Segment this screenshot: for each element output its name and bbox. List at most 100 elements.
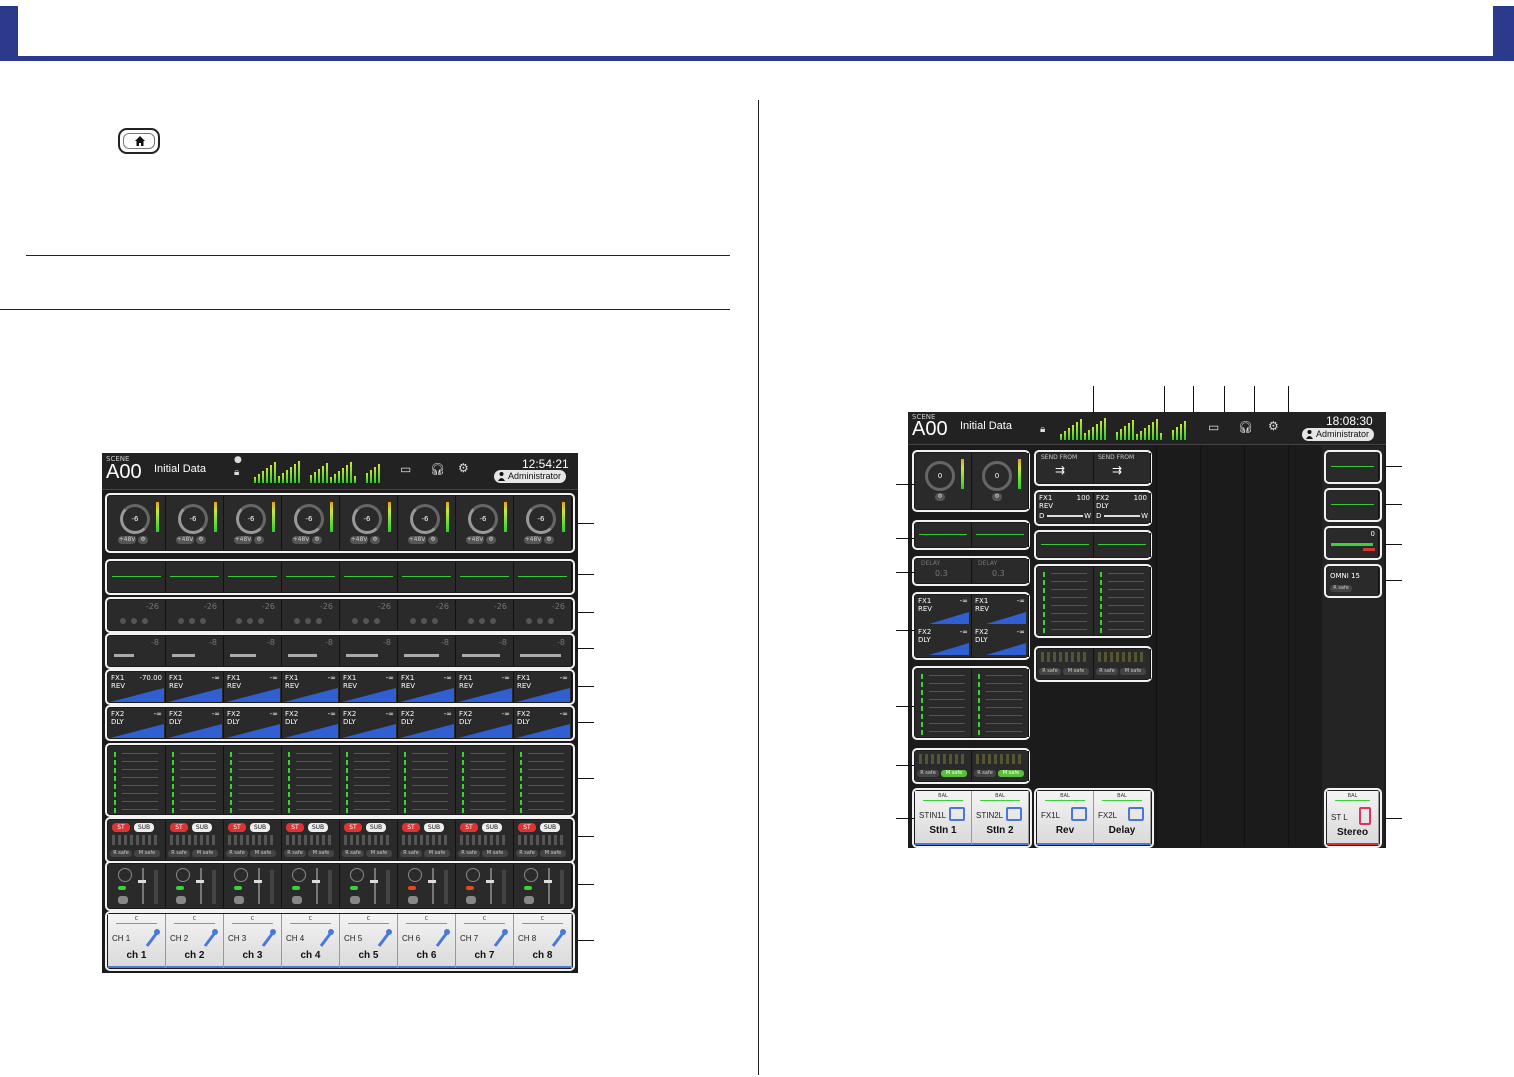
fx-send-cell[interactable]: FX2 DLY -∞	[915, 626, 972, 657]
pan-indicator[interactable]	[464, 923, 505, 924]
assign-row-cell[interactable]: ST SUB R safe M safe	[514, 820, 572, 860]
cue-button[interactable]	[292, 896, 302, 904]
gain-row-cell[interactable]: -6 +48V Φ	[398, 496, 456, 550]
fader-track[interactable]	[316, 868, 318, 904]
phase-button[interactable]: Φ	[254, 536, 264, 544]
phase-button[interactable]: Φ	[312, 536, 322, 544]
gain-row-cell[interactable]: -6 +48V Φ	[340, 496, 398, 550]
recall-safe-button[interactable]: R safe	[917, 770, 939, 777]
phantom-button[interactable]: +48V	[118, 536, 136, 544]
bus-assign-grid[interactable]	[112, 835, 160, 845]
send-level-wedge[interactable]	[986, 643, 1026, 655]
mute-safe-button[interactable]: M safe	[250, 850, 276, 857]
eq-row-cell[interactable]	[108, 562, 166, 592]
dca-icon[interactable]	[524, 868, 538, 882]
mute-safe-button[interactable]: M safe	[366, 850, 392, 857]
recall-safe-button[interactable]: R safe	[110, 850, 132, 857]
fader-track[interactable]	[432, 868, 434, 904]
gain-row-cell[interactable]: -6 +48V Φ	[514, 496, 572, 550]
fader-track[interactable]	[374, 868, 376, 904]
pan-indicator[interactable]	[348, 923, 389, 924]
pan-indicator[interactable]	[1335, 800, 1370, 801]
fader-row-cell[interactable]	[340, 864, 398, 908]
fader-track[interactable]	[548, 868, 550, 904]
channel-select-button[interactable]: C CH 7 ch 7	[456, 914, 514, 968]
eq-cell[interactable]	[1094, 533, 1151, 557]
comp-row-cell[interactable]: -8	[108, 636, 166, 666]
recall-safe-button[interactable]: R safe	[1330, 585, 1352, 592]
send-level-wedge[interactable]	[516, 724, 570, 738]
comp-row-cell[interactable]: -8	[456, 636, 514, 666]
mix-send-row-cell[interactable]	[224, 746, 282, 814]
gain-cell[interactable]: 0Φ	[972, 453, 1029, 509]
headphones-icon[interactable]: 🎧︎	[430, 462, 445, 476]
eq-cell[interactable]	[915, 523, 972, 547]
pan-indicator[interactable]	[1045, 800, 1085, 801]
eq-row-cell[interactable]	[224, 562, 282, 592]
pan-indicator[interactable]	[522, 923, 563, 924]
home-button[interactable]	[118, 128, 160, 154]
channel-select-button[interactable]: C CH 8 ch 8	[514, 914, 572, 968]
fader-row-cell[interactable]	[166, 864, 224, 908]
pan-indicator[interactable]	[174, 923, 215, 924]
fader-track[interactable]	[142, 868, 144, 904]
dry-wet-slider[interactable]	[1104, 515, 1140, 517]
eq-cell[interactable]	[1037, 533, 1094, 557]
mix-send-row-cell[interactable]	[282, 746, 340, 814]
dca-icon[interactable]	[350, 868, 364, 882]
assign-row-cell[interactable]: ST SUB R safe M safe	[166, 820, 224, 860]
channel-select-button[interactable]: BAL ST L Stereo	[1327, 791, 1379, 845]
gain-row-cell[interactable]: -6 +48V Φ	[166, 496, 224, 550]
send-level-wedge[interactable]	[110, 724, 164, 738]
mute-safe-button[interactable]: M safe	[941, 770, 967, 777]
fx2-send-row-cell[interactable]: FX2 DLY -∞	[108, 708, 166, 738]
comp-row-cell[interactable]: -8	[224, 636, 282, 666]
phase-button[interactable]: Φ	[138, 536, 148, 544]
st-button[interactable]: ST	[286, 823, 304, 832]
sub-button[interactable]: SUB	[192, 823, 212, 832]
mute-safe-button[interactable]: M safe	[1120, 668, 1146, 675]
bus-assign-grid[interactable]	[460, 835, 508, 845]
fx1-send-row-cell[interactable]: FX1 REV -70.00	[108, 672, 166, 702]
user-button[interactable]: Administrator	[1302, 428, 1375, 441]
recall-safe-button[interactable]: R safe	[226, 850, 248, 857]
fader-knob[interactable]	[544, 880, 552, 883]
cue-button[interactable]	[118, 896, 128, 904]
eq-row-cell[interactable]	[398, 562, 456, 592]
phantom-button[interactable]: +48V	[408, 536, 426, 544]
send-level-wedge[interactable]	[400, 724, 454, 738]
recall-safe-button[interactable]: R safe	[168, 850, 190, 857]
cue-button[interactable]	[350, 896, 360, 904]
fx1-send-row-cell[interactable]: FX1 REV -∞	[456, 672, 514, 702]
sub-button[interactable]: SUB	[308, 823, 328, 832]
fx-send-cell[interactable]: FX1 REV -∞	[972, 595, 1029, 626]
eq-row-cell[interactable]	[514, 562, 572, 592]
channel-select-button[interactable]: BAL STIN1L StIn 1	[915, 791, 972, 845]
recall-safe-button[interactable]: R safe	[974, 770, 996, 777]
phantom-button[interactable]: +48V	[350, 536, 368, 544]
gate-row-cell[interactable]: -26	[166, 600, 224, 630]
channel-select-button[interactable]: C CH 3 ch 3	[224, 914, 282, 968]
fader-row-cell[interactable]	[282, 864, 340, 908]
pan-indicator[interactable]	[1102, 800, 1142, 801]
send-level-wedge[interactable]	[284, 724, 338, 738]
recall-safe-button[interactable]: R safe	[1096, 668, 1118, 675]
assign-row-cell[interactable]: ST SUB R safe M safe	[340, 820, 398, 860]
on-button[interactable]	[466, 886, 474, 890]
fader-knob[interactable]	[254, 880, 262, 883]
dca-icon[interactable]	[176, 868, 190, 882]
fx1-send-row-cell[interactable]: FX1 REV -∞	[282, 672, 340, 702]
recall-safe-button[interactable]: R safe	[1039, 668, 1061, 675]
headphones-icon[interactable]: 🎧︎	[1238, 420, 1253, 434]
mix-send-row-cell[interactable]	[456, 746, 514, 814]
bus-assign-grid[interactable]	[402, 835, 450, 845]
dca-icon[interactable]	[234, 868, 248, 882]
on-button[interactable]	[234, 886, 242, 890]
lock-icon[interactable]: 🔒︎	[1040, 424, 1045, 435]
comp-row-cell[interactable]: -8	[340, 636, 398, 666]
fader-row-cell[interactable]	[398, 864, 456, 908]
on-button[interactable]	[408, 886, 416, 890]
send-level-wedge[interactable]	[458, 724, 512, 738]
mix-send-row-cell[interactable]	[514, 746, 572, 814]
fx1-send-row-cell[interactable]: FX1 REV -∞	[166, 672, 224, 702]
